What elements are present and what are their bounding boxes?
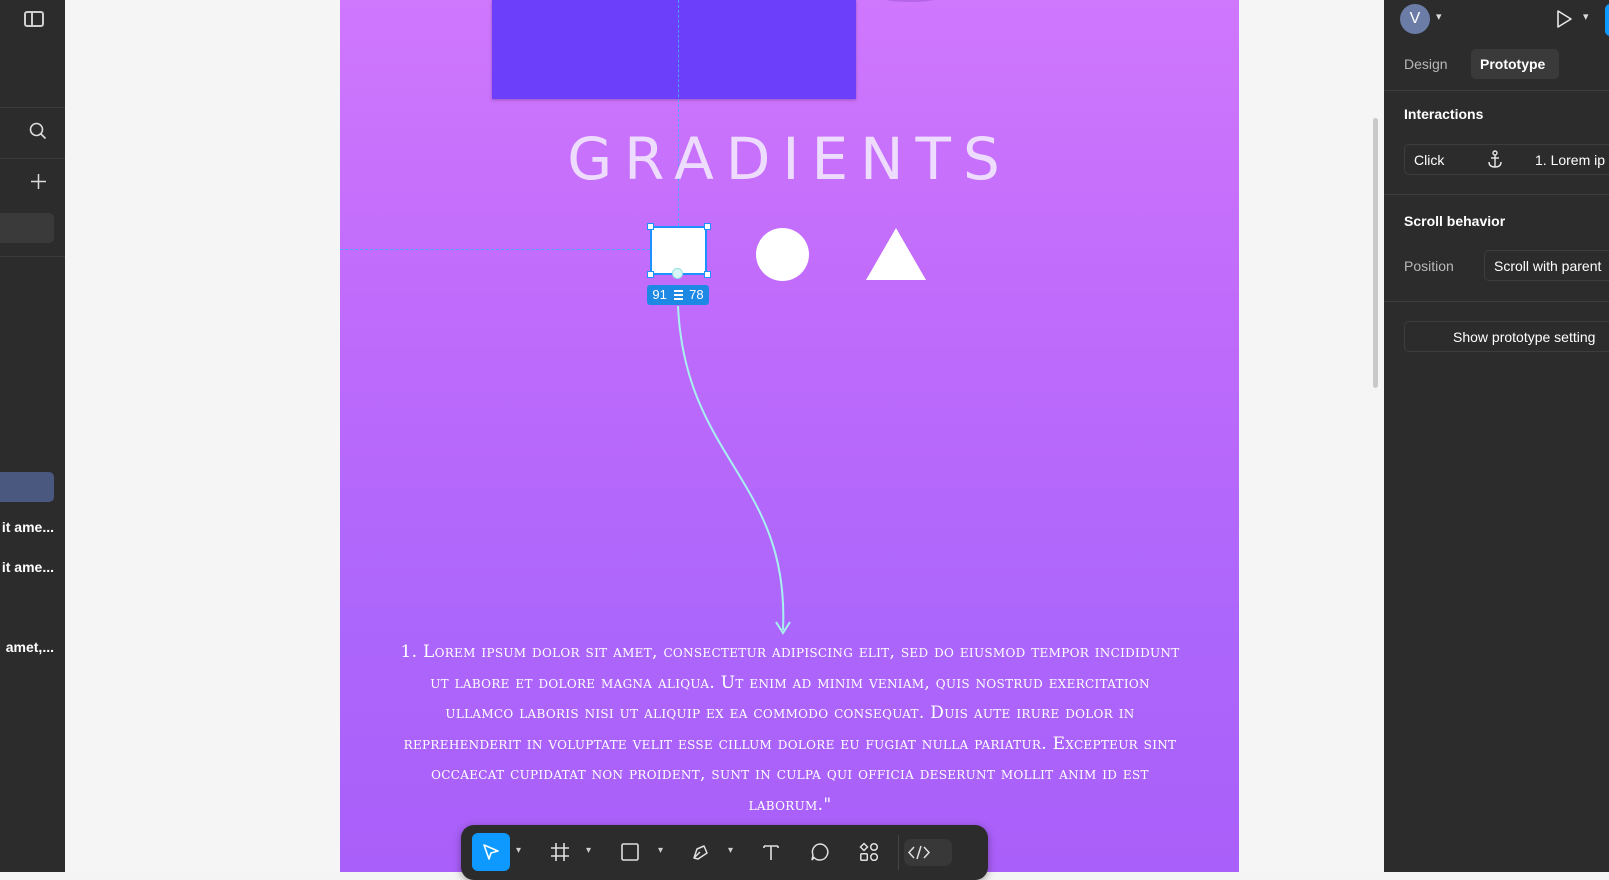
interactions-heading: Interactions [1404, 106, 1484, 122]
tab-prototype[interactable]: Prototype [1471, 49, 1559, 79]
chevron-down-icon[interactable]: ▾ [586, 845, 591, 856]
canvas[interactable]: GRADIENTS 91 78 1. Lorem ipsum dolor sit… [65, 0, 1384, 872]
search-icon[interactable] [29, 122, 47, 140]
chevron-down-icon[interactable]: ▾ [1436, 10, 1442, 23]
pen-tool-button[interactable] [682, 833, 720, 871]
scroll-behavior-heading: Scroll behavior [1404, 213, 1506, 229]
assets-tool-button[interactable] [850, 833, 888, 871]
page-item-selected[interactable] [0, 213, 54, 243]
tab-design[interactable]: Design [1404, 56, 1448, 72]
pen-icon [693, 845, 708, 860]
comment-icon [811, 843, 829, 861]
trigger-label: Click [1414, 152, 1445, 168]
frame-tool-button[interactable] [541, 833, 579, 871]
chevron-down-icon[interactable]: ▾ [728, 845, 733, 856]
add-page-icon[interactable] [31, 174, 46, 189]
assets-icon [859, 842, 879, 862]
show-prototype-settings-button[interactable]: Show prototype setting [1404, 321, 1609, 352]
dev-mode-toggle[interactable] [904, 839, 952, 866]
chevron-down-icon[interactable]: ▾ [516, 845, 521, 856]
frame[interactable]: GRADIENTS 91 78 1. Lorem ipsum dolor sit… [340, 0, 1239, 872]
chevron-down-icon[interactable]: ▾ [1583, 10, 1589, 23]
comment-tool-button[interactable] [801, 833, 839, 871]
text-icon [763, 845, 779, 860]
move-tool-button[interactable] [472, 833, 510, 871]
divider [0, 158, 65, 159]
position-label: Position [1404, 258, 1454, 274]
share-button-edge[interactable] [1605, 4, 1609, 36]
divider [0, 256, 65, 257]
layers-panel: it ame... it ame... amet,... [0, 0, 65, 872]
divider [1384, 194, 1609, 195]
properties-panel: V ▾ ▾ Design Prototype Interactions Clic… [1384, 0, 1609, 872]
canvas-scrollbar[interactable] [1373, 118, 1378, 388]
divider [1384, 301, 1609, 302]
anchor-icon [1488, 150, 1502, 168]
divider [1384, 90, 1609, 91]
chevron-down-icon[interactable]: ▾ [658, 845, 663, 856]
toolbar-divider [898, 835, 899, 870]
avatar[interactable]: V [1400, 4, 1430, 34]
play-icon[interactable] [1555, 9, 1573, 29]
sidebar-toggle-icon[interactable] [24, 11, 44, 27]
frame-icon [551, 843, 569, 861]
interaction-row[interactable]: Click 1. Lorem ip [1404, 144, 1609, 175]
position-select[interactable]: Scroll with parent [1484, 250, 1609, 281]
shape-tool-button[interactable] [611, 833, 649, 871]
layer-item-selected[interactable] [0, 472, 54, 502]
dev-mode-icon [907, 845, 931, 860]
body-text[interactable]: 1. Lorem ipsum dolor sit amet, consectet… [400, 637, 1180, 821]
text-tool-button[interactable] [752, 833, 790, 871]
divider [0, 107, 65, 108]
destination-label: 1. Lorem ip [1535, 152, 1606, 168]
rectangle-icon [621, 843, 639, 861]
move-icon [483, 844, 499, 860]
